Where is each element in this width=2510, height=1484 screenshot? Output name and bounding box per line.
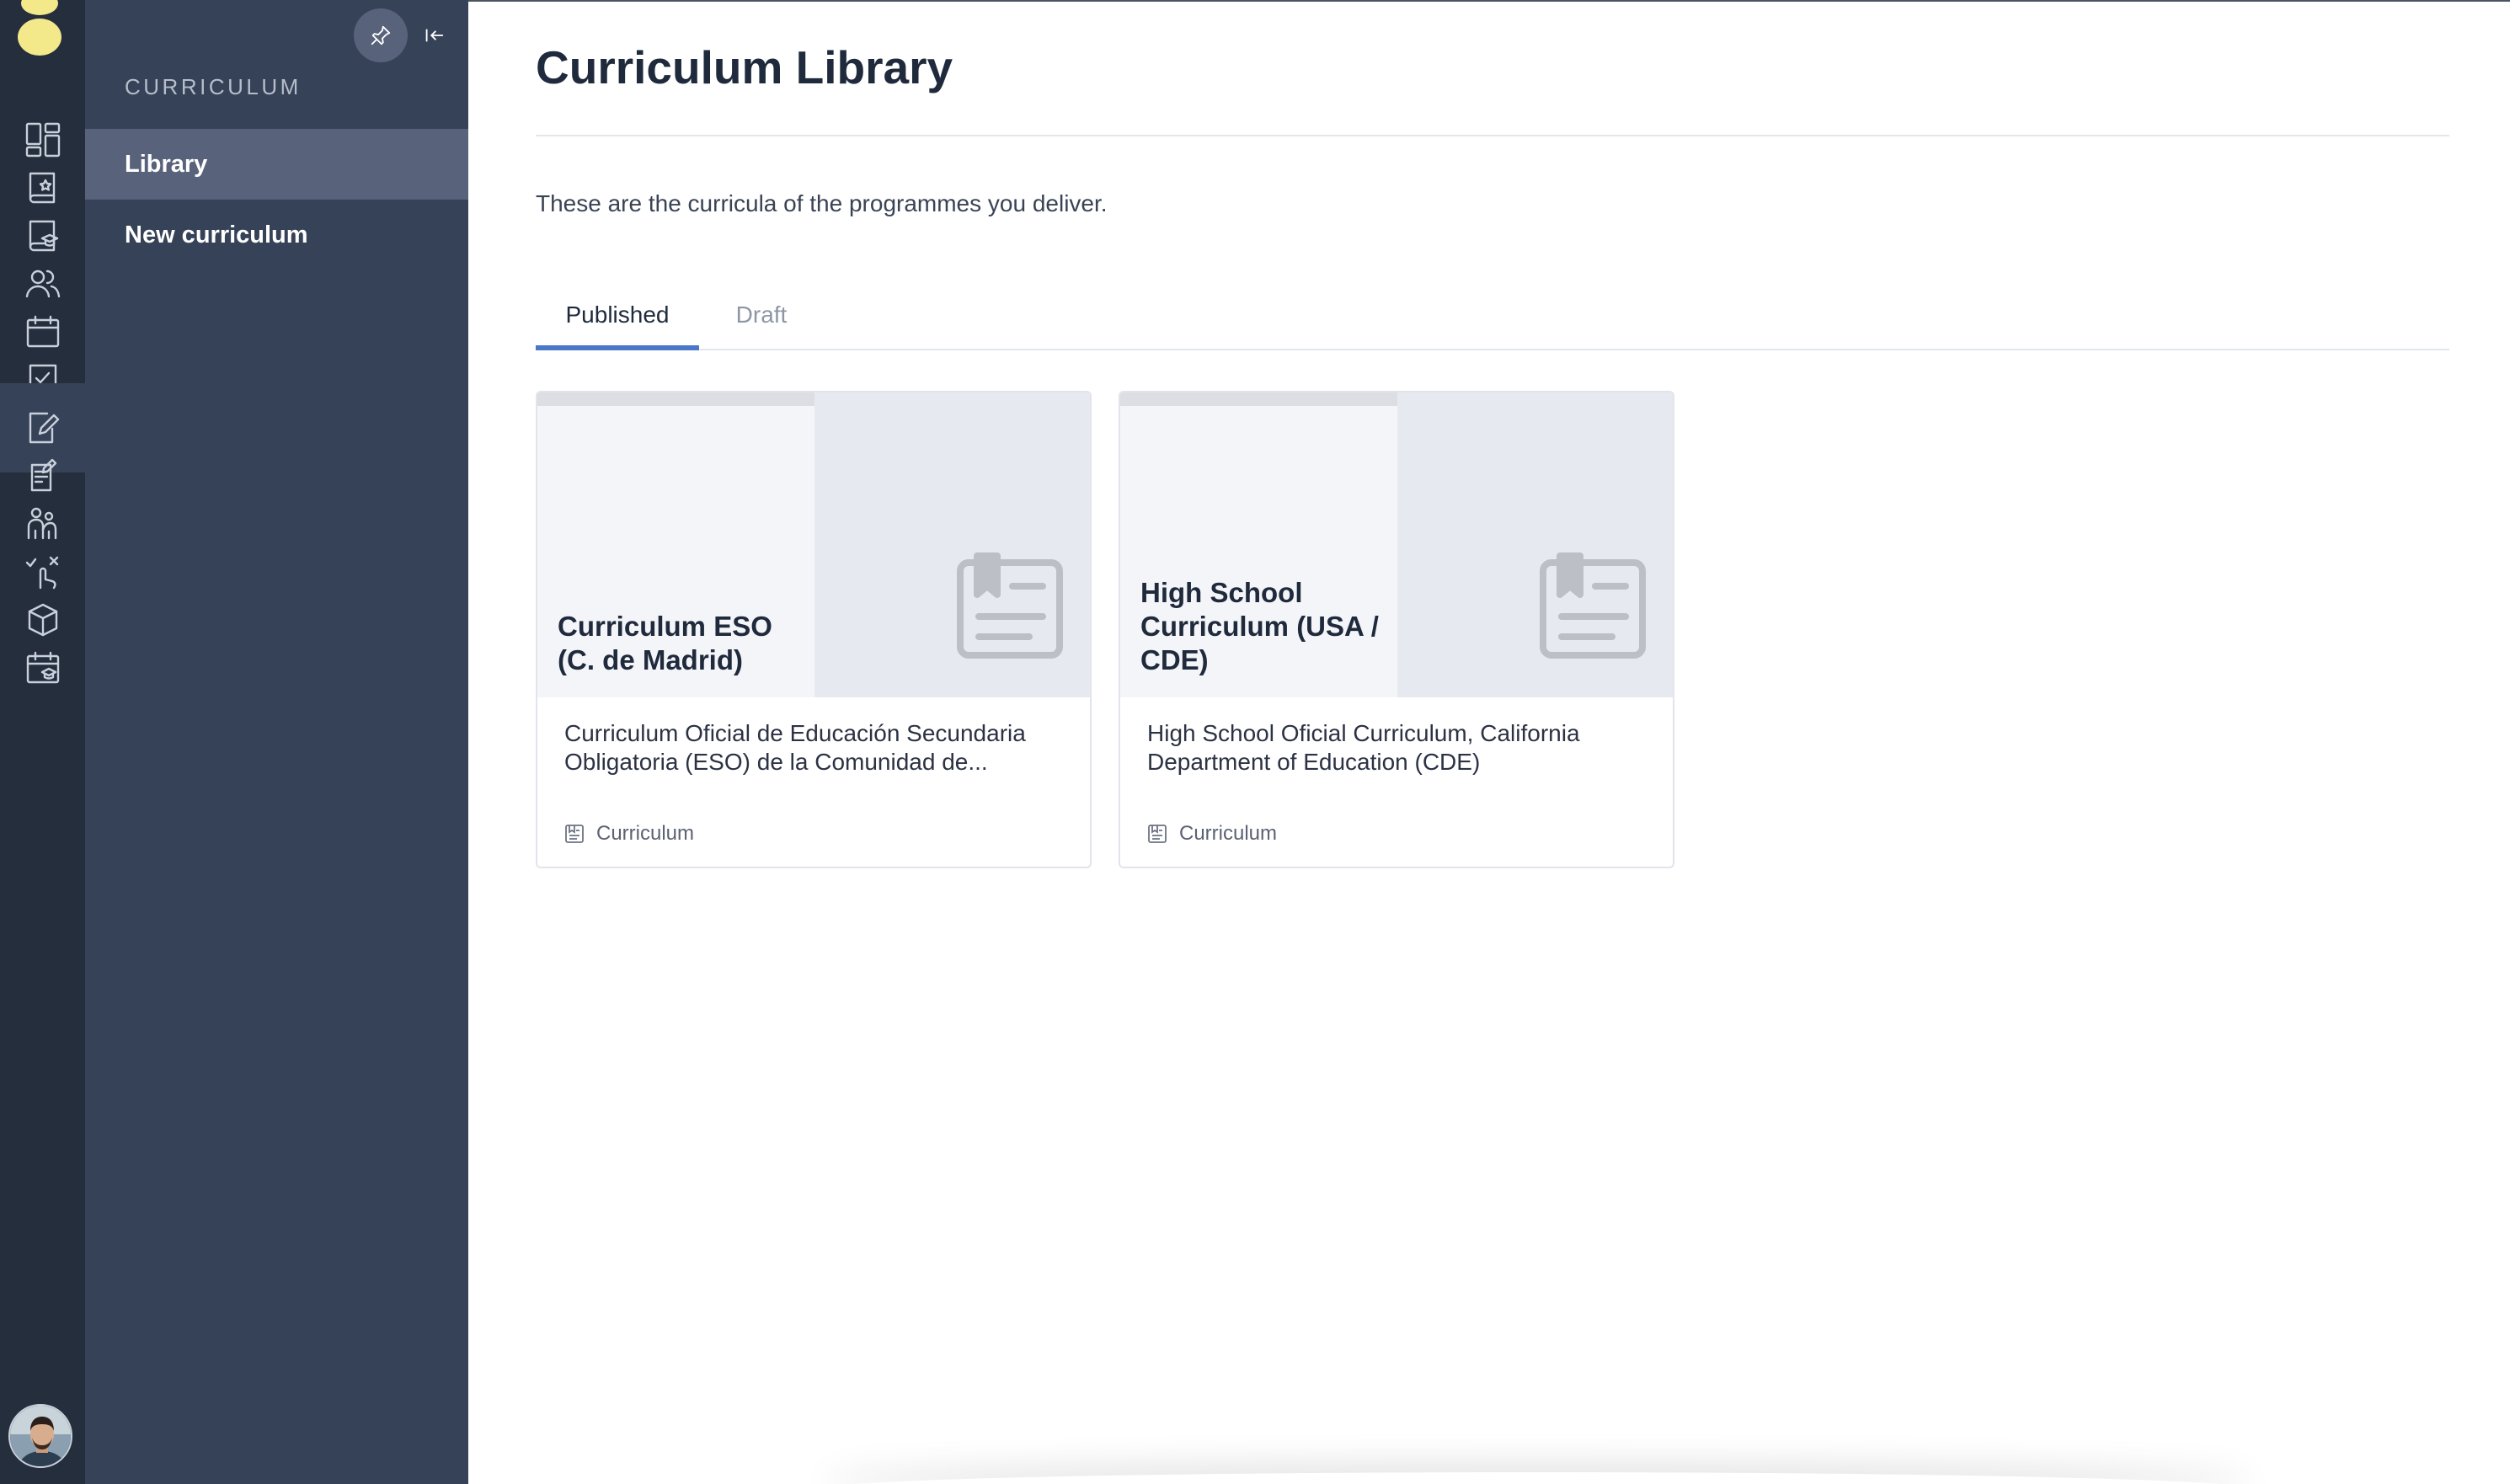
curriculum-type-icon bbox=[565, 825, 584, 843]
main-content: Curriculum Library These are the curricu… bbox=[468, 0, 2510, 1484]
curriculum-card[interactable]: High School Curriculum (USA / CDE) High … bbox=[1119, 391, 1674, 868]
card-type: Curriculum bbox=[1147, 822, 1277, 846]
user-avatar[interactable] bbox=[8, 1404, 72, 1468]
bottom-shadow bbox=[822, 1472, 2254, 1484]
title-divider bbox=[536, 135, 2449, 136]
card-type-label: Curriculum bbox=[1179, 822, 1278, 845]
curriculum-type-icon bbox=[1148, 825, 1167, 843]
sidebar-item-new-curriculum[interactable]: New curriculum bbox=[85, 200, 468, 270]
bookmark-document-icon bbox=[957, 552, 1063, 659]
collapse-left-icon bbox=[425, 29, 444, 42]
card-cover-image bbox=[814, 392, 1090, 697]
sidebar-item-library[interactable]: Library bbox=[85, 129, 468, 200]
page-title: Curriculum Library bbox=[536, 41, 953, 93]
collapse-sidebar-button[interactable] bbox=[417, 19, 451, 52]
bookmark-document-icon bbox=[1540, 552, 1646, 659]
card-description: Curriculum Oficial de Educación Secundar… bbox=[564, 720, 1026, 775]
app-logo[interactable] bbox=[16, 0, 64, 56]
sidebar-heading: CURRICULUM bbox=[125, 74, 302, 99]
rail-schedule[interactable] bbox=[0, 623, 85, 713]
card-cover-strip bbox=[1120, 392, 1397, 406]
pin-sidebar-button[interactable] bbox=[354, 8, 408, 62]
avatar-image bbox=[10, 1406, 71, 1466]
sidebar-panel: CURRICULUM Library New curriculum bbox=[85, 0, 468, 1484]
card-cover-image bbox=[1397, 392, 1673, 697]
card-cover: Curriculum ESO (C. de Madrid) bbox=[537, 392, 1090, 697]
tab-bar: Published Draft bbox=[536, 280, 2449, 350]
icon-rail bbox=[0, 0, 85, 1484]
card-cover: High School Curriculum (USA / CDE) bbox=[1120, 392, 1673, 697]
card-type: Curriculum bbox=[564, 822, 694, 846]
card-title: Curriculum ESO (C. de Madrid) bbox=[558, 611, 772, 675]
card-type-label: Curriculum bbox=[596, 822, 695, 845]
tab-published[interactable]: Published bbox=[536, 280, 699, 350]
page-intro: These are the curricula of the programme… bbox=[536, 190, 1108, 216]
card-cover-strip bbox=[537, 392, 814, 406]
pin-icon bbox=[371, 25, 391, 45]
tab-draft[interactable]: Draft bbox=[699, 280, 824, 350]
card-description: High School Oficial Curriculum, Californ… bbox=[1147, 720, 1580, 775]
card-title: High School Curriculum (USA / CDE) bbox=[1140, 577, 1379, 675]
calendar-graduation-icon bbox=[26, 651, 59, 684]
curriculum-card[interactable]: Curriculum ESO (C. de Madrid) Curriculum… bbox=[536, 391, 1092, 868]
